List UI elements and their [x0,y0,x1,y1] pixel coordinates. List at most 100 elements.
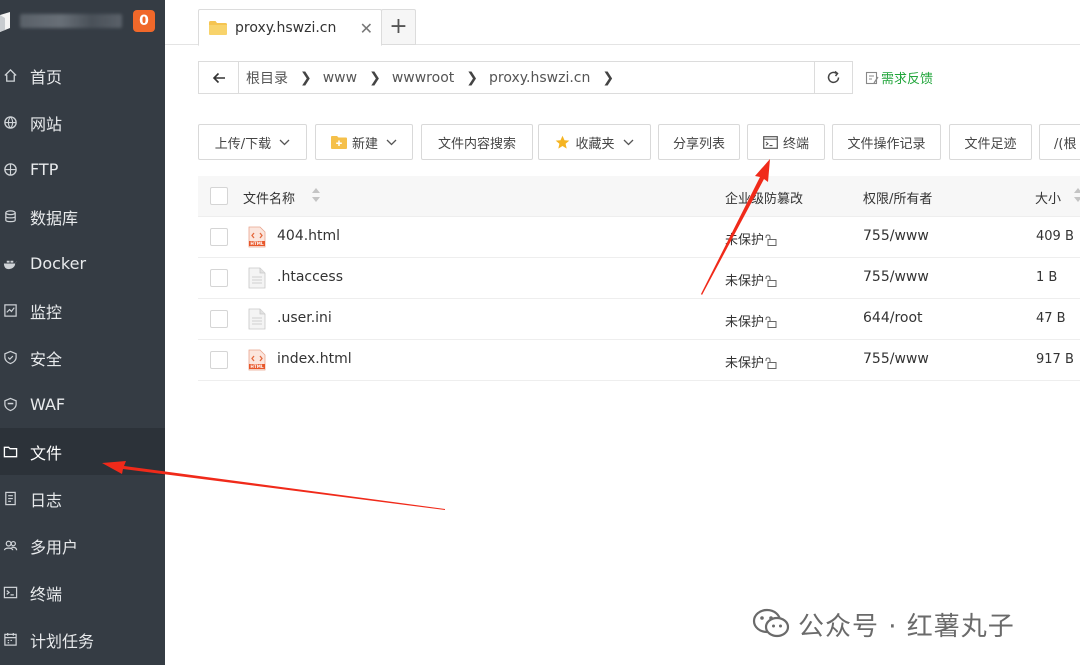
terminal-icon [2,585,18,601]
breadcrumb[interactable]: 根目录 ❯ www ❯ wwwroot ❯ proxy.hswzi.cn ❯ [198,61,853,94]
text-file-icon [248,267,266,289]
chevron-down-icon [386,139,397,145]
sidebar-item-logs[interactable]: 日志 [0,475,165,522]
new-folder-icon [330,135,347,149]
main-panel: proxy.hswzi.cn ✕ + 根目录 ❯ www ❯ wwwroot ❯… [165,0,1080,665]
sidebar-item-docker[interactable]: Docker [0,240,165,287]
notification-badge[interactable]: 0 [133,10,155,32]
task-icon [2,632,18,648]
text-file-icon [248,308,266,330]
terminal-button[interactable]: 终端 [747,124,825,160]
share-list-button[interactable]: 分享列表 [658,124,740,160]
unlock-icon [765,234,777,246]
file-size: 917 B [1036,352,1074,367]
sidebar-item-security[interactable]: 安全 [0,334,165,381]
sidebar-item-label: 网站 [30,114,63,134]
sidebar-item-label: 监控 [30,302,63,322]
row-checkbox[interactable] [210,269,228,287]
header-filename[interactable]: 文件名称 [243,188,295,207]
row-checkbox[interactable] [210,228,228,246]
sidebar-item-home[interactable]: 首页 [0,52,165,99]
new-button[interactable]: 新建 [315,124,413,160]
feedback-icon [865,71,879,84]
svg-text:HTML: HTML [250,364,264,369]
table-row[interactable]: .htaccess 未保护 755/www 1 B [198,258,1080,299]
feedback-label: 需求反馈 [881,72,934,87]
chevron-right-icon: ❯ [369,69,381,86]
watermark: 公众号 · 红薯丸子 [752,604,1015,644]
table-row[interactable]: .user.ini 未保护 644/root 47 B [198,299,1080,340]
sidebar-item-terminal[interactable]: 终端 [0,569,165,616]
permission-owner[interactable]: 755/www [863,351,929,367]
close-icon[interactable]: ✕ [360,19,373,38]
file-name[interactable]: index.html [277,351,352,367]
folder-icon [209,20,227,35]
sort-icon[interactable] [1073,186,1080,204]
protect-status[interactable]: 未保护 [725,229,777,248]
unlock-icon [765,275,777,287]
row-checkbox[interactable] [210,351,228,369]
header-permission-owner: 权限/所有者 [863,192,933,207]
terminal-icon [763,135,778,149]
permission-owner[interactable]: 755/www [863,269,929,285]
root-path-button[interactable]: /(根 [1039,124,1080,160]
upload-download-button[interactable]: 上传/下载 [198,124,307,160]
terminal-label: 终端 [782,136,809,152]
add-tab-button[interactable]: + [381,9,416,45]
protect-status[interactable]: 未保护 [725,352,777,371]
feedback-link[interactable]: 需求反馈 [865,68,933,87]
sidebar-item-label: 数据库 [30,208,79,228]
sidebar-item-files[interactable]: 文件 [0,428,165,475]
permission-owner[interactable]: 644/root [863,310,923,326]
select-all-checkbox[interactable] [210,187,228,205]
chevron-right-icon: ❯ [300,69,312,86]
sidebar-item-label: 日志 [30,490,63,510]
docker-icon [2,256,18,272]
file-name[interactable]: .user.ini [277,310,332,326]
sidebar-item-label: 多用户 [30,537,79,557]
breadcrumb-root[interactable]: 根目录 [246,68,288,88]
file-name[interactable]: 404.html [277,228,340,244]
sidebar-item-multiuser[interactable]: 多用户 [0,522,165,569]
sidebar-item-website[interactable]: 网站 [0,99,165,146]
refresh-button[interactable] [814,61,853,94]
breadcrumb-www[interactable]: www [323,70,357,86]
sidebar-item-waf[interactable]: WAF [0,381,165,428]
back-button[interactable] [199,62,239,93]
favorites-button[interactable]: 收藏夹 [538,124,651,160]
file-footprint-button[interactable]: 文件足迹 [949,124,1032,160]
chevron-down-icon [279,139,290,145]
content-search-button[interactable]: 文件内容搜索 [421,124,533,160]
tab-proxy[interactable]: proxy.hswzi.cn ✕ [198,9,382,46]
sidebar-item-ftp[interactable]: FTP [0,146,165,193]
sidebar-item-label: 首页 [30,67,63,87]
upload-download-label: 上传/下载 [214,136,272,152]
server-name-blurred [20,14,122,28]
sidebar-item-monitor[interactable]: 监控 [0,287,165,334]
breadcrumb-wwwroot[interactable]: wwwroot [392,70,454,86]
protect-label: 未保护 [725,315,765,330]
row-checkbox[interactable] [210,310,228,328]
protect-status[interactable]: 未保护 [725,311,777,330]
header-size[interactable]: 大小 [1035,188,1061,207]
file-table-header: 文件名称 企业级防篡改 权限/所有者 大小 [198,176,1080,217]
globe-icon [2,115,18,131]
table-row[interactable]: HTML index.html 未保护 755/www 917 B [198,340,1080,381]
logo-icon [0,12,10,32]
sidebar-item-database[interactable]: 数据库 [0,193,165,240]
sidebar-item-cron[interactable]: 计划任务 [0,616,165,663]
sidebar-header: 0 [0,0,165,46]
sort-icon[interactable] [311,186,321,204]
table-row[interactable]: HTML 404.html 未保护 755/www 409 B [198,217,1080,258]
tab-bar: proxy.hswzi.cn ✕ + [165,0,1080,46]
sidebar-item-label: 终端 [30,584,63,604]
protect-status[interactable]: 未保护 [725,270,777,289]
file-name[interactable]: .htaccess [277,269,343,285]
protect-label: 未保护 [725,233,765,248]
breadcrumb-site[interactable]: proxy.hswzi.cn [489,70,590,86]
unlock-icon [765,357,777,369]
file-size: 1 B [1036,270,1058,285]
file-operation-log-button[interactable]: 文件操作记录 [832,124,941,160]
log-icon [2,491,18,507]
permission-owner[interactable]: 755/www [863,228,929,244]
